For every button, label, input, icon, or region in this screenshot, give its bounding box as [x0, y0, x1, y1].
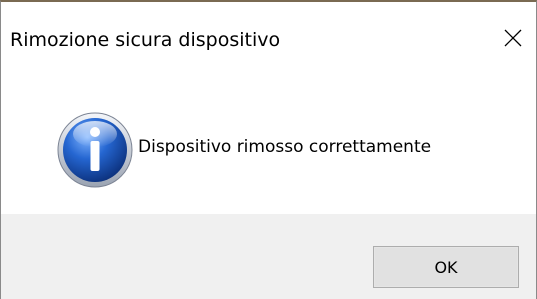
dialog-content: Dispositivo rimosso correttamente	[1, 60, 536, 214]
close-icon	[504, 29, 522, 47]
title-bar: Rimozione sicura dispositivo	[1, 2, 536, 60]
dialog-title: Rimozione sicura dispositivo	[10, 29, 281, 51]
message-dialog: Rimozione sicura dispositivo Dispositivo…	[0, 0, 537, 299]
close-button[interactable]	[490, 16, 536, 60]
information-icon	[57, 112, 133, 188]
dialog-message: Dispositivo rimosso correttamente	[138, 137, 432, 157]
ok-button[interactable]: OK	[373, 246, 519, 288]
dialog-footer: OK	[1, 214, 536, 299]
